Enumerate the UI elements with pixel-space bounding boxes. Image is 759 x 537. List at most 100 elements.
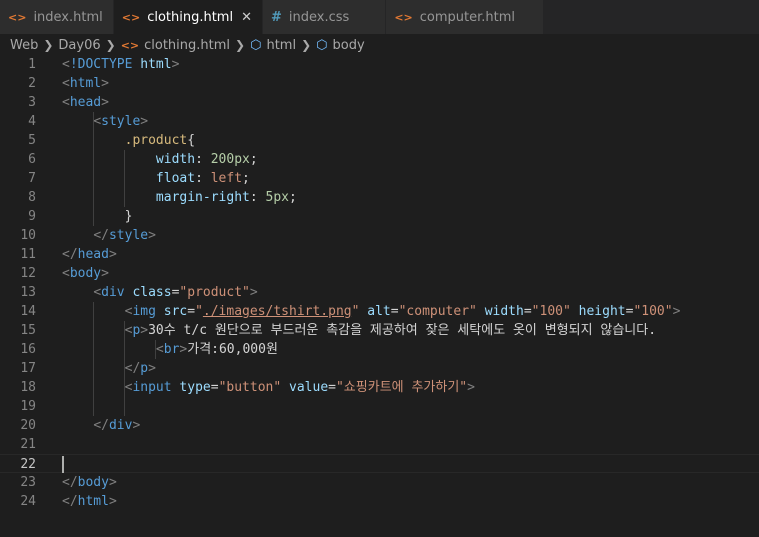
code-token: < [93,285,102,300]
code-line[interactable]: 2 <html> [0,74,759,93]
code-token: 5px [265,190,289,205]
breadcrumb-item-body[interactable]: body [333,38,365,53]
code-token: = [523,304,532,319]
code-line[interactable]: 24 </html> [0,492,759,511]
code-token: } [124,209,133,224]
code-line[interactable]: 20 </div> [0,416,759,435]
code-token: = [328,380,336,395]
code-token: html [77,494,109,509]
code-line[interactable]: 1 <!DOCTYPE html> [0,55,759,74]
code-line[interactable]: 8 margin-right: 5px; [0,188,759,207]
line-number: 8 [28,190,36,205]
code-token: head [69,95,102,110]
tab-index-html[interactable]: <> index.html [0,0,114,34]
code-line[interactable]: 5 .product{ [0,131,759,150]
close-icon[interactable]: ✕ [241,10,252,25]
code-line[interactable]: 22 [0,454,759,473]
code-token: html [69,76,102,91]
code-token: < [62,266,70,281]
code-line[interactable]: 6 width: 200px; [0,150,759,169]
code-token: < [93,114,102,129]
code-editor[interactable]: 1 <!DOCTYPE html> 2 <html> 3 <head> 4 <style> 5… [0,55,759,537]
code-line[interactable]: 7 float: left; [0,169,759,188]
code-token: > [140,114,149,129]
code-token: < [155,342,164,357]
line-number: 19 [20,399,36,414]
code-line[interactable]: 3 <head> [0,93,759,112]
code-token: img [132,304,164,319]
code-token: { [187,133,196,148]
code-line[interactable]: 23 </body> [0,473,759,492]
line-number: 16 [20,342,36,357]
code-token: "button" [218,380,282,395]
code-line[interactable]: 9 } [0,207,759,226]
code-line[interactable]: 18 <input type="button" value="쇼핑카트에 추가하… [0,378,759,397]
breadcrumb-item-web[interactable]: Web [10,38,38,53]
code-token: value [289,380,329,395]
code-token: > [467,380,475,395]
breadcrumb: Web ❯ Day06 ❯ <> clothing.html ❯ ⬡ html … [0,34,759,56]
line-number: 20 [20,418,36,433]
code-token: "쇼핑카트에 추가하기" [335,380,468,395]
line-number: 13 [20,285,36,300]
tab-label: index.css [288,9,350,25]
breadcrumb-item-day06[interactable]: Day06 [58,38,100,53]
code-text: <body> [62,264,109,283]
code-text: </body> [62,473,117,492]
code-line[interactable]: 14 <img src="./images/tshirt.png" alt="c… [0,302,759,321]
code-token: </ [124,361,141,376]
line-number: 5 [28,133,36,148]
code-line[interactable]: 15 <p>30수 t/c 원단으로 부드러운 촉감을 제공하여 잦은 세탁에도… [0,321,759,340]
code-token: > [672,304,681,319]
code-token: > [140,323,149,338]
code-token: < [62,95,70,110]
code-token: : [195,152,211,167]
code-token: ; [242,171,250,186]
code-text: <head> [62,93,109,112]
code-line[interactable]: 13 <div class="product"> [0,283,759,302]
code-token: > [148,361,156,376]
code-line[interactable]: 21 [0,435,759,454]
code-token: .product [124,133,188,148]
code-token: < [62,57,70,72]
code-token: type [179,380,211,395]
code-text: <!DOCTYPE html> [62,55,179,74]
code-text: </div> [62,416,140,435]
code-line[interactable]: 11 </head> [0,245,759,264]
code-text: <p>30수 t/c 원단으로 부드러운 촉감을 제공하여 잦은 세탁에도 옷이… [62,321,656,340]
code-text: .product{ [62,131,195,150]
code-token: "product" [179,285,250,300]
tab-index-css[interactable]: # index.css [263,0,387,34]
line-number: 3 [28,95,36,110]
code-line[interactable]: 4 <style> [0,112,759,131]
code-line[interactable]: 16 <br>가격:60,000원 [0,340,759,359]
code-token: > [108,494,117,509]
code-token: ./images/tshirt.png [202,304,352,319]
css-file-icon: # [271,9,282,25]
code-token: class [132,285,172,300]
code-token: style [101,114,141,129]
tab-clothing-html[interactable]: <> clothing.html ✕ [113,0,263,34]
breadcrumb-item-html[interactable]: html [266,38,296,53]
tab-computer-html[interactable]: <> computer.html [386,0,544,34]
code-line[interactable]: 10 </style> [0,226,759,245]
code-token: left [210,171,243,186]
code-line[interactable]: 12 <body> [0,264,759,283]
code-line[interactable]: 17 </p> [0,359,759,378]
html-file-icon: <> [8,10,27,24]
code-token: 200px [210,152,250,167]
code-token: > [171,57,180,72]
code-line[interactable]: 19 [0,397,759,416]
breadcrumb-item-file[interactable]: clothing.html [144,38,230,53]
code-token: > [249,285,258,300]
line-number: 22 [20,457,36,472]
chevron-right-icon: ❯ [235,38,246,52]
